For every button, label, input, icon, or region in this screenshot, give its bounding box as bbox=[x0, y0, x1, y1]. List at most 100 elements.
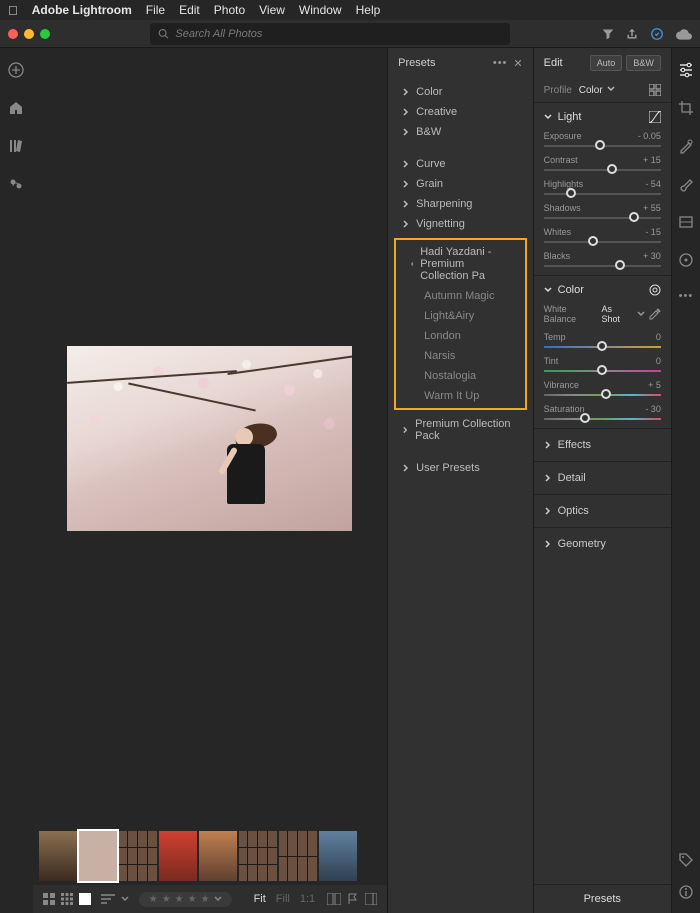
menu-edit[interactable]: Edit bbox=[179, 3, 200, 17]
radial-gradient-icon[interactable] bbox=[678, 252, 694, 268]
search-field[interactable] bbox=[150, 23, 510, 45]
menu-file[interactable]: File bbox=[146, 3, 165, 17]
menu-view[interactable]: View bbox=[259, 3, 285, 17]
color-header[interactable]: Color bbox=[544, 284, 661, 296]
preset-group[interactable]: Sharpening bbox=[388, 194, 532, 214]
eyedropper-icon[interactable] bbox=[649, 308, 661, 320]
chevron-right-icon bbox=[402, 426, 409, 434]
color-section: Color White Balance As Shot Temp0 Tint0 … bbox=[534, 275, 671, 428]
chevron-right-icon bbox=[402, 464, 410, 472]
preset-group[interactable]: Color bbox=[388, 82, 532, 102]
profile-value[interactable]: Color bbox=[579, 85, 603, 96]
slider-shadows[interactable]: Shadows+ 55 bbox=[544, 203, 661, 219]
sharing-icon[interactable] bbox=[8, 176, 24, 192]
share-icon[interactable] bbox=[626, 28, 638, 40]
filmstrip-thumb[interactable] bbox=[199, 831, 237, 881]
section-optics[interactable]: Optics bbox=[534, 494, 671, 527]
zoom-fill[interactable]: Fill bbox=[276, 893, 290, 905]
filmstrip-thumb[interactable] bbox=[39, 831, 77, 881]
main-photo[interactable] bbox=[67, 346, 352, 531]
single-view-icon[interactable] bbox=[79, 893, 91, 905]
slider-whites[interactable]: Whites- 15 bbox=[544, 227, 661, 243]
menu-photo[interactable]: Photo bbox=[214, 3, 245, 17]
preset-group[interactable]: Grain bbox=[388, 174, 532, 194]
light-header[interactable]: Light bbox=[544, 111, 661, 123]
preset-group[interactable]: Creative bbox=[388, 102, 532, 122]
filmstrip-thumb[interactable] bbox=[239, 831, 277, 881]
tone-curve-icon[interactable] bbox=[649, 111, 661, 123]
slider-saturation[interactable]: Saturation- 30 bbox=[544, 404, 661, 420]
preset-group[interactable]: Premium Collection Pack bbox=[388, 414, 532, 446]
presets-footer-button[interactable]: Presets bbox=[534, 884, 671, 913]
preset-item[interactable]: Narsis bbox=[396, 346, 524, 366]
preset-group[interactable]: Hadi Yazdani - Premium Collection Pa bbox=[396, 242, 524, 286]
slider-highlights[interactable]: Highlights- 54 bbox=[544, 179, 661, 195]
preset-item[interactable]: Light&Airy bbox=[396, 306, 524, 326]
preset-item[interactable]: Nostalogia bbox=[396, 366, 524, 386]
slider-blacks[interactable]: Blacks+ 30 bbox=[544, 251, 661, 267]
slider-exposure[interactable]: Exposure- 0.05 bbox=[544, 131, 661, 147]
menu-help[interactable]: Help bbox=[356, 3, 381, 17]
preset-item[interactable]: Warm It Up bbox=[396, 386, 524, 406]
home-icon[interactable] bbox=[8, 100, 24, 116]
slider-vibrance[interactable]: Vibrance+ 5 bbox=[544, 380, 661, 396]
preset-group[interactable]: Curve bbox=[388, 154, 532, 174]
section-geometry[interactable]: Geometry bbox=[534, 527, 671, 560]
preset-group[interactable]: B&W bbox=[388, 122, 532, 142]
flag-icon[interactable] bbox=[347, 893, 359, 905]
chevron-down-icon[interactable] bbox=[637, 310, 645, 318]
preset-group[interactable]: Vignetting bbox=[388, 214, 532, 234]
brush-icon[interactable] bbox=[678, 176, 694, 192]
sort-icon[interactable] bbox=[101, 894, 115, 904]
filmstrip-thumb[interactable] bbox=[119, 831, 157, 881]
section-effects[interactable]: Effects bbox=[534, 428, 671, 461]
close-window-button[interactable] bbox=[8, 29, 18, 39]
add-photos-icon[interactable] bbox=[8, 62, 24, 78]
compare-icon[interactable] bbox=[327, 893, 341, 905]
crop-icon[interactable] bbox=[678, 100, 694, 116]
rating-filter[interactable]: ★★★★★ bbox=[139, 892, 232, 907]
grid-small-icon[interactable] bbox=[43, 893, 55, 905]
minimize-window-button[interactable] bbox=[24, 29, 34, 39]
toggle-panel-icon[interactable] bbox=[365, 893, 377, 905]
sync-status-icon[interactable] bbox=[650, 27, 664, 41]
tag-icon[interactable] bbox=[679, 853, 693, 867]
slider-tint[interactable]: Tint0 bbox=[544, 356, 661, 372]
profile-browser-icon[interactable] bbox=[649, 84, 661, 96]
bw-button[interactable]: B&W bbox=[626, 55, 661, 71]
filmstrip-thumb-selected[interactable] bbox=[79, 831, 117, 881]
color-mixer-icon[interactable] bbox=[649, 284, 661, 296]
filmstrip-thumb[interactable] bbox=[279, 831, 317, 881]
chevron-down-icon[interactable] bbox=[607, 85, 615, 93]
filmstrip[interactable] bbox=[33, 829, 387, 885]
preset-group[interactable]: User Presets bbox=[388, 458, 532, 478]
zoom-1-1[interactable]: 1:1 bbox=[300, 893, 315, 905]
auto-button[interactable]: Auto bbox=[590, 55, 623, 71]
more-tools-icon[interactable]: ••• bbox=[679, 290, 694, 302]
wb-value[interactable]: As Shot bbox=[601, 304, 632, 324]
preset-item[interactable]: London bbox=[396, 326, 524, 346]
slider-temp[interactable]: Temp0 bbox=[544, 332, 661, 348]
cloud-icon[interactable] bbox=[676, 28, 692, 40]
library-icon[interactable] bbox=[8, 138, 24, 154]
section-detail[interactable]: Detail bbox=[534, 461, 671, 494]
close-icon[interactable]: ✕ bbox=[513, 57, 522, 70]
apple-menu-icon[interactable]:  bbox=[8, 3, 18, 18]
edit-sliders-icon[interactable] bbox=[678, 62, 694, 78]
healing-brush-icon[interactable] bbox=[678, 138, 694, 154]
app-name[interactable]: Adobe Lightroom bbox=[32, 3, 132, 17]
filter-icon[interactable] bbox=[602, 28, 614, 40]
search-input[interactable] bbox=[175, 28, 502, 40]
menu-window[interactable]: Window bbox=[299, 3, 342, 17]
info-icon[interactable] bbox=[679, 885, 693, 899]
slider-contrast[interactable]: Contrast+ 15 bbox=[544, 155, 661, 171]
filmstrip-thumb[interactable] bbox=[319, 831, 357, 881]
more-icon[interactable]: ••• bbox=[493, 57, 508, 69]
filmstrip-thumb[interactable] bbox=[159, 831, 197, 881]
linear-gradient-icon[interactable] bbox=[678, 214, 694, 230]
preset-item[interactable]: Autumn Magic bbox=[396, 286, 524, 306]
maximize-window-button[interactable] bbox=[40, 29, 50, 39]
grid-large-icon[interactable] bbox=[61, 893, 73, 905]
chevron-down-icon[interactable] bbox=[121, 895, 129, 903]
zoom-fit[interactable]: Fit bbox=[254, 893, 266, 905]
